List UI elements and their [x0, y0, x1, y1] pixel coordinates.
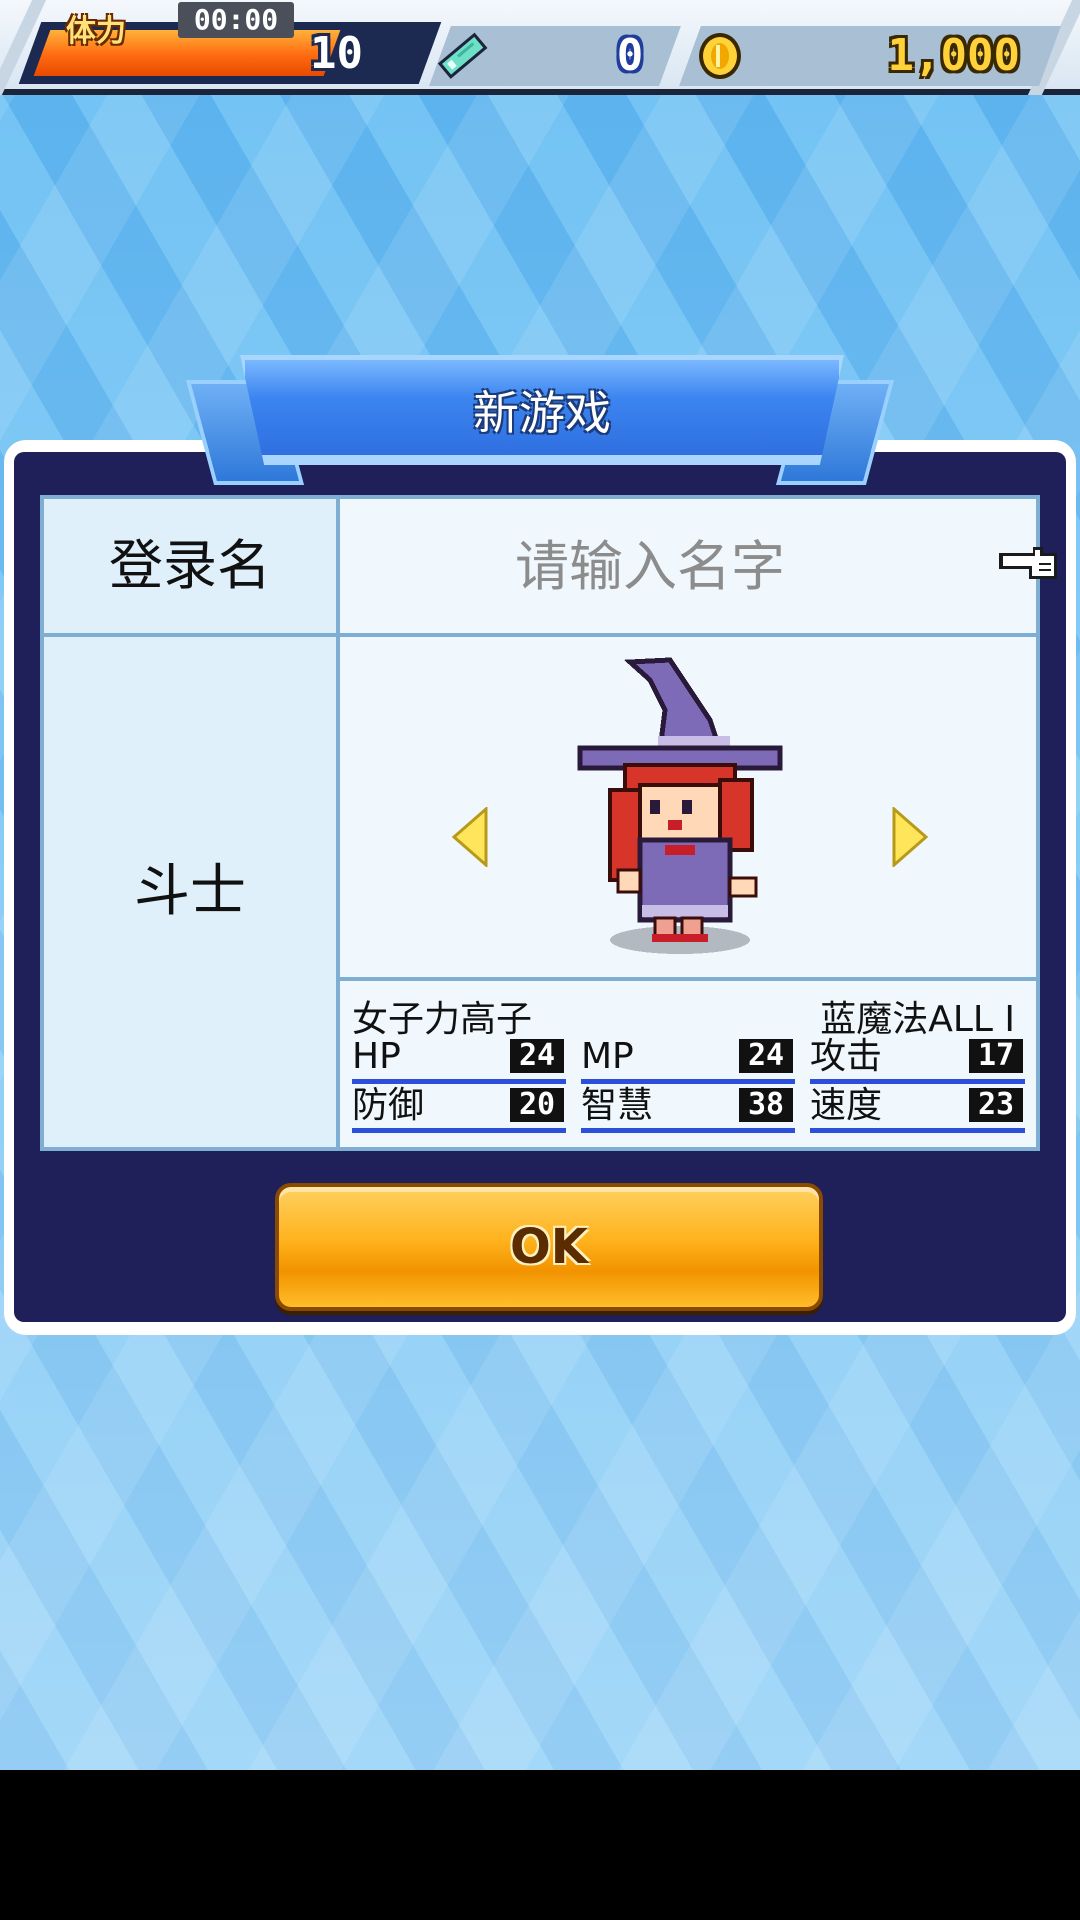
name-label: 登录名 — [109, 534, 271, 597]
stat-label: 防御 — [352, 1085, 425, 1126]
stamina-label: 体力 — [66, 14, 126, 49]
stat-label: HP — [352, 1036, 401, 1077]
stat-value: 24 — [510, 1039, 564, 1073]
stat-value: 20 — [510, 1088, 564, 1122]
name-input[interactable] — [400, 519, 900, 613]
stamina-timer: 00:00 — [178, 2, 294, 38]
gold-coin-icon[interactable] — [697, 31, 743, 81]
class-name: 斗士 — [134, 859, 246, 924]
name-label-cell: 登录名 — [44, 499, 336, 633]
class-cell: 斗士 — [44, 637, 336, 1147]
stat-attack: 攻击 17 — [810, 1036, 1025, 1084]
stat-label: 攻击 — [810, 1036, 883, 1077]
witch-character-sprite — [577, 657, 783, 954]
bottom-letterbox — [0, 1770, 1080, 1920]
stat-mp: MP 24 — [581, 1036, 795, 1084]
ok-button-label: OK — [510, 1219, 588, 1275]
stamina-value: 10 — [310, 28, 363, 79]
stat-label: 速度 — [810, 1085, 883, 1126]
dialog-title: 新游戏 — [473, 386, 611, 440]
name-input-cell[interactable] — [340, 499, 1036, 633]
ok-button[interactable]: OK — [275, 1183, 823, 1311]
ticket-count: 0 — [616, 30, 644, 81]
ticket-icon[interactable] — [432, 30, 492, 80]
stat-label: 智慧 — [581, 1085, 654, 1126]
stat-label: MP — [581, 1036, 634, 1077]
next-character-arrow-icon[interactable] — [890, 807, 930, 867]
stat-wisdom: 智慧 38 — [581, 1085, 795, 1133]
stat-value: 38 — [739, 1088, 793, 1122]
character-skill: 蓝魔法ALL Ⅰ — [820, 999, 1015, 1040]
stat-value: 23 — [969, 1088, 1023, 1122]
pointing-hand-icon — [999, 547, 1057, 579]
top-status-bar: 体力 00:00 10 0 1,000 — [0, 0, 1080, 95]
previous-character-arrow-icon[interactable] — [450, 807, 490, 867]
stat-hp: HP 24 — [352, 1036, 566, 1084]
stat-speed: 速度 23 — [810, 1085, 1025, 1133]
stat-value: 17 — [969, 1039, 1023, 1073]
stat-defense: 防御 20 — [352, 1085, 566, 1133]
stat-value: 24 — [739, 1039, 793, 1073]
gold-amount: 1,000 — [887, 30, 1020, 81]
